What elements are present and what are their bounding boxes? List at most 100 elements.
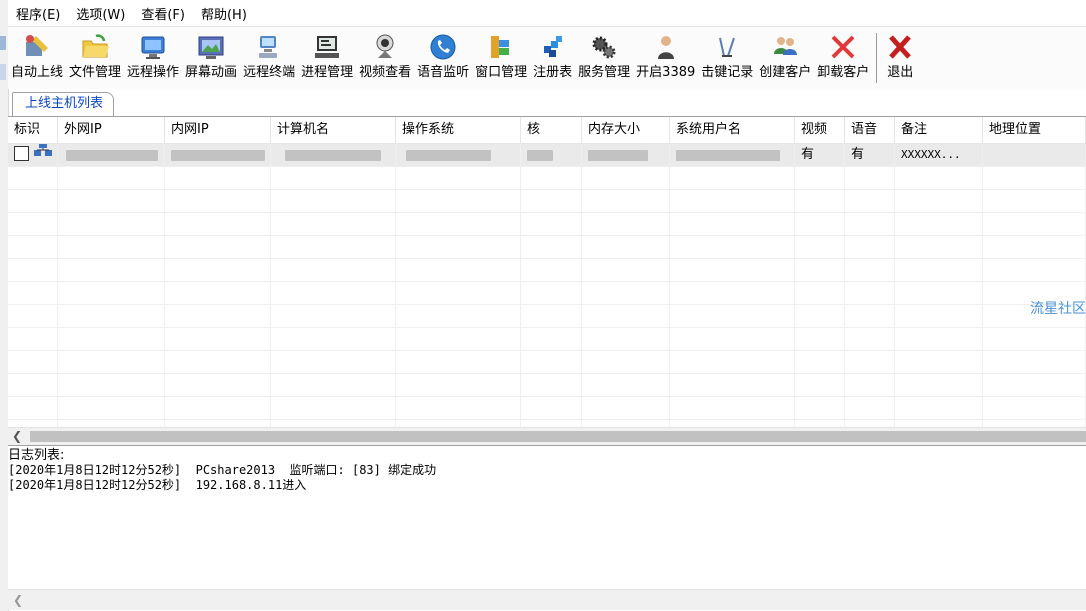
menu-program[interactable]: 程序(E) bbox=[8, 4, 68, 23]
column-header[interactable]: 核 bbox=[521, 117, 582, 143]
empty-row bbox=[8, 282, 1086, 305]
auto-online-button[interactable]: 自动上线 bbox=[8, 27, 66, 87]
create-client-button[interactable]: 创建客户 bbox=[756, 27, 814, 87]
folder-icon bbox=[79, 30, 111, 64]
users-icon bbox=[769, 30, 801, 64]
log-title: 日志列表: bbox=[8, 448, 65, 463]
column-header[interactable]: 计算机名 bbox=[271, 117, 396, 143]
wan-ip-cell bbox=[58, 144, 165, 166]
empty-row bbox=[8, 305, 1086, 328]
windows-icon bbox=[485, 30, 517, 64]
column-header[interactable]: 标识 bbox=[8, 117, 58, 143]
log-horizontal-scrollbar[interactable]: ❮ bbox=[8, 589, 1086, 610]
keylog-icon bbox=[711, 30, 743, 64]
keylog-button[interactable]: 击键记录 bbox=[698, 27, 756, 87]
exit-icon bbox=[884, 30, 916, 64]
empty-row bbox=[8, 259, 1086, 282]
monitor-icon bbox=[137, 30, 169, 64]
empty-row bbox=[8, 397, 1086, 420]
column-header[interactable]: 内网IP bbox=[165, 117, 271, 143]
menu-help[interactable]: 帮助(H) bbox=[193, 4, 255, 23]
scrollbar-thumb[interactable] bbox=[30, 431, 1086, 442]
screen-icon bbox=[195, 30, 227, 64]
row-checkbox[interactable] bbox=[14, 146, 29, 161]
remote-terminal-label: 远程终端 bbox=[243, 65, 296, 80]
remote-terminal-button[interactable]: 远程终端 bbox=[240, 27, 298, 87]
remark-cell: XXXXXX... bbox=[895, 144, 983, 166]
delete-icon bbox=[827, 30, 859, 64]
file-manager-label: 文件管理 bbox=[69, 65, 122, 80]
username-cell bbox=[670, 144, 795, 166]
auto-online-label: 自动上线 bbox=[11, 65, 64, 80]
uninstall-client-label: 卸载客户 bbox=[817, 65, 870, 80]
empty-row bbox=[8, 374, 1086, 397]
uninstall-client-button[interactable]: 卸载客户 bbox=[814, 27, 872, 87]
log-line: [2020年1月8日12时12分52秒] 192.168.8.11进入 bbox=[8, 478, 307, 492]
keylog-label: 击键记录 bbox=[701, 65, 754, 80]
registry-icon bbox=[537, 30, 569, 64]
remote-control-label: 远程操作 bbox=[127, 65, 180, 80]
voice-monitor-label: 语音监听 bbox=[417, 65, 470, 80]
menu-view[interactable]: 查看(F) bbox=[133, 4, 193, 23]
video-cell: 有 bbox=[795, 144, 845, 166]
table-row[interactable]: 有 有 XXXXXX... bbox=[8, 144, 1086, 167]
column-header[interactable]: 外网IP bbox=[58, 117, 165, 143]
lan-ip-cell bbox=[165, 144, 271, 166]
create-client-label: 创建客户 bbox=[759, 65, 812, 80]
terminal-icon bbox=[253, 30, 285, 64]
empty-row bbox=[8, 213, 1086, 236]
registry-label: 注册表 bbox=[533, 65, 573, 80]
scroll-left-icon[interactable]: ❮ bbox=[12, 429, 22, 443]
log-panel: 日志列表: [2020年1月8日12时12分52秒] PCshare2013 监… bbox=[8, 445, 1086, 590]
table-horizontal-scrollbar[interactable]: ❮ bbox=[8, 427, 1086, 445]
screen-animation-label: 屏幕动画 bbox=[185, 65, 238, 80]
log-line: [2020年1月8日12时12分52秒] PCshare2013 监听端口: [… bbox=[8, 463, 437, 477]
enable-3389-button[interactable]: 开启3389 bbox=[633, 27, 698, 87]
watermark-text: 流星社区 bbox=[1030, 301, 1086, 317]
enable-3389-label: 开启3389 bbox=[636, 65, 696, 80]
video-view-button[interactable]: 视频查看 bbox=[356, 27, 414, 87]
row-flag-cell bbox=[8, 144, 58, 166]
window-manager-label: 窗口管理 bbox=[475, 65, 528, 80]
empty-row bbox=[8, 167, 1086, 190]
toolbar: 自动上线 文件管理 远程操作 屏幕动画 远程终端 进程管理 视频查看 语音监听 … bbox=[8, 27, 1086, 89]
video-view-label: 视频查看 bbox=[359, 65, 412, 80]
registry-button[interactable]: 注册表 bbox=[530, 27, 575, 87]
empty-row bbox=[8, 420, 1086, 427]
tab-strip: 上线主机列表 bbox=[8, 89, 1086, 117]
table-header: 标识 外网IP 内网IP 计算机名 操作系统 核 内存大小 系统用户名 视频 语… bbox=[8, 117, 1086, 144]
column-header[interactable]: 视频 bbox=[795, 117, 845, 143]
scroll-left-icon[interactable]: ❮ bbox=[13, 593, 23, 607]
column-header[interactable]: 地理位置 bbox=[983, 117, 1086, 143]
exit-button[interactable]: 退出 bbox=[881, 27, 919, 87]
host-table: 标识 外网IP 内网IP 计算机名 操作系统 核 内存大小 系统用户名 视频 语… bbox=[8, 117, 1086, 427]
voice-monitor-button[interactable]: 语音监听 bbox=[414, 27, 472, 87]
remote-control-button[interactable]: 远程操作 bbox=[124, 27, 182, 87]
os-cell bbox=[396, 144, 521, 166]
service-manager-button[interactable]: 服务管理 bbox=[575, 27, 633, 87]
gears-icon bbox=[588, 30, 620, 64]
phone-icon bbox=[427, 30, 459, 64]
computer-icon bbox=[311, 30, 343, 64]
process-manager-button[interactable]: 进程管理 bbox=[298, 27, 356, 87]
process-manager-label: 进程管理 bbox=[301, 65, 354, 80]
webcam-icon bbox=[369, 30, 401, 64]
user-icon bbox=[650, 30, 682, 64]
column-header[interactable]: 语音 bbox=[845, 117, 895, 143]
toolbar-separator bbox=[876, 33, 878, 83]
screen-animation-button[interactable]: 屏幕动画 bbox=[182, 27, 240, 87]
empty-row bbox=[8, 236, 1086, 259]
column-header[interactable]: 内存大小 bbox=[582, 117, 670, 143]
memory-cell bbox=[582, 144, 670, 166]
column-header[interactable]: 系统用户名 bbox=[670, 117, 795, 143]
empty-row bbox=[8, 190, 1086, 213]
auto-online-icon bbox=[21, 30, 53, 64]
computer-name-cell bbox=[271, 144, 396, 166]
menu-options[interactable]: 选项(W) bbox=[68, 4, 133, 23]
file-manager-button[interactable]: 文件管理 bbox=[66, 27, 124, 87]
column-header[interactable]: 备注 bbox=[895, 117, 983, 143]
window-manager-button[interactable]: 窗口管理 bbox=[472, 27, 530, 87]
column-header[interactable]: 操作系统 bbox=[396, 117, 521, 143]
tab-online-hosts[interactable]: 上线主机列表 bbox=[12, 92, 115, 116]
menu-bar: 程序(E) 选项(W) 查看(F) 帮助(H) bbox=[8, 0, 1086, 27]
